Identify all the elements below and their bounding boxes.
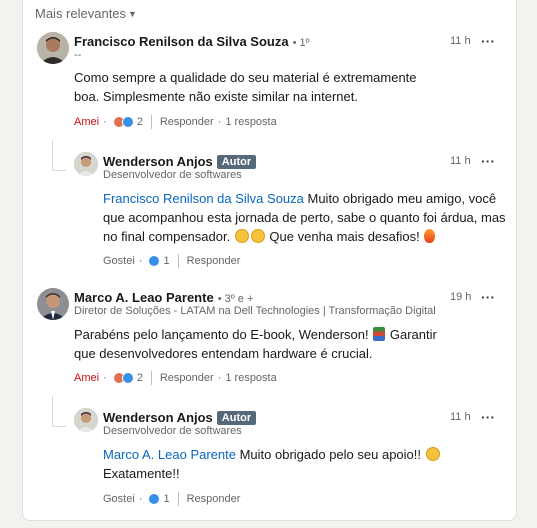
comment-author[interactable]: Marco A. Leao Parente • 3º e + [74,290,253,305]
author-badge: Autor [216,411,257,425]
divider [150,371,152,385]
thread-line [52,426,66,427]
reaction-button[interactable]: Gostei [103,493,135,505]
thread-line [52,396,53,426]
dot-separator: · [138,493,143,505]
comment: Marco A. Leao Parente • 3º e + Diretor de… [23,0,518,521]
connection-degree: • 3º e + [217,293,254,305]
dot-separator: · [103,372,107,384]
comment-text: Parabéns pelo lançamento do E-book, Wend… [74,327,437,361]
replies-count[interactable]: 1 resposta [225,372,276,384]
reply-text: Marco A. Leao Parente Muito obrigado pel… [103,445,507,483]
reply-button[interactable]: Responder [187,493,241,505]
dot-separator: · [217,372,222,384]
avatar[interactable] [37,288,69,320]
reaction-count[interactable]: 1 [163,493,169,505]
comment-actions: Amei · 2 Responder · 1 resposta [74,371,277,385]
author-headline: Diretor de Soluções - LATAM na Dell Tech… [74,305,436,317]
reactions-icons[interactable] [112,372,134,384]
like-reaction-icon [121,372,134,384]
author-headline: Desenvolvedor de softwares [103,425,242,437]
reaction-button[interactable]: Amei [74,372,99,384]
comment-time: 19 h [450,291,472,303]
comments-card: Mais relevantes ▼ Francisco Renilson da … [22,0,517,521]
mention-link[interactable]: Marco A. Leao Parente [103,447,236,462]
reactions-icons[interactable] [148,493,161,505]
more-options-icon[interactable]: ··· [481,410,495,424]
more-options-icon[interactable]: ··· [481,290,495,304]
reply-button[interactable]: Responder [160,372,214,384]
books-emoji-icon [373,327,386,341]
reaction-count[interactable]: 2 [137,372,143,384]
reply-time: 11 h [450,411,471,423]
avatar[interactable] [74,408,98,432]
like-reaction-icon [148,493,161,505]
reply-author[interactable]: Wenderson Anjos Autor [103,410,257,425]
smiling-emoji-icon [425,447,440,461]
reply-actions: Gostei · 1 Responder [103,492,240,506]
divider [177,492,179,506]
